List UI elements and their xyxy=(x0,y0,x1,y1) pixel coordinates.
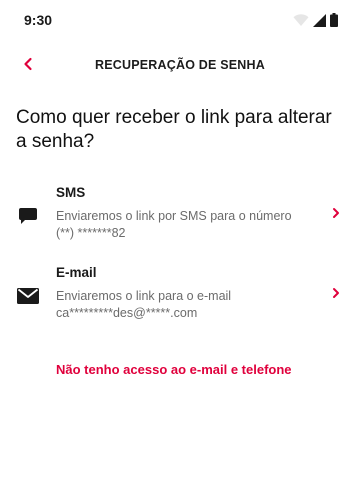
header: RECUPERAÇÃO DE SENHA xyxy=(0,48,360,84)
chevron-right-icon xyxy=(330,206,342,220)
sms-option[interactable]: SMS Enviaremos o link por SMS para o núm… xyxy=(0,182,360,248)
page-title: RECUPERAÇÃO DE SENHA xyxy=(95,58,265,72)
question-heading: Como quer receber o link para alterar a … xyxy=(16,107,332,152)
email-option[interactable]: E-mail Enviaremos o link para o e-mail c… xyxy=(0,262,360,328)
wifi-icon xyxy=(293,13,309,27)
chevron-right-icon xyxy=(330,286,342,300)
signal-icon xyxy=(313,13,326,27)
envelope-icon xyxy=(16,284,40,308)
chat-bubble-icon xyxy=(16,204,40,228)
sms-option-description: Enviaremos o link por SMS para o número … xyxy=(56,209,292,240)
no-access-link[interactable]: Não tenho acesso ao e-mail e telefone xyxy=(56,362,292,377)
status-icons xyxy=(293,13,338,27)
sms-option-title: SMS xyxy=(56,185,86,200)
status-bar: 9:30 xyxy=(0,0,360,40)
status-time: 9:30 xyxy=(24,12,53,28)
battery-icon xyxy=(330,13,338,27)
email-option-title: E-mail xyxy=(56,265,97,280)
email-option-description: Enviaremos o link para o e-mail ca******… xyxy=(56,289,232,320)
